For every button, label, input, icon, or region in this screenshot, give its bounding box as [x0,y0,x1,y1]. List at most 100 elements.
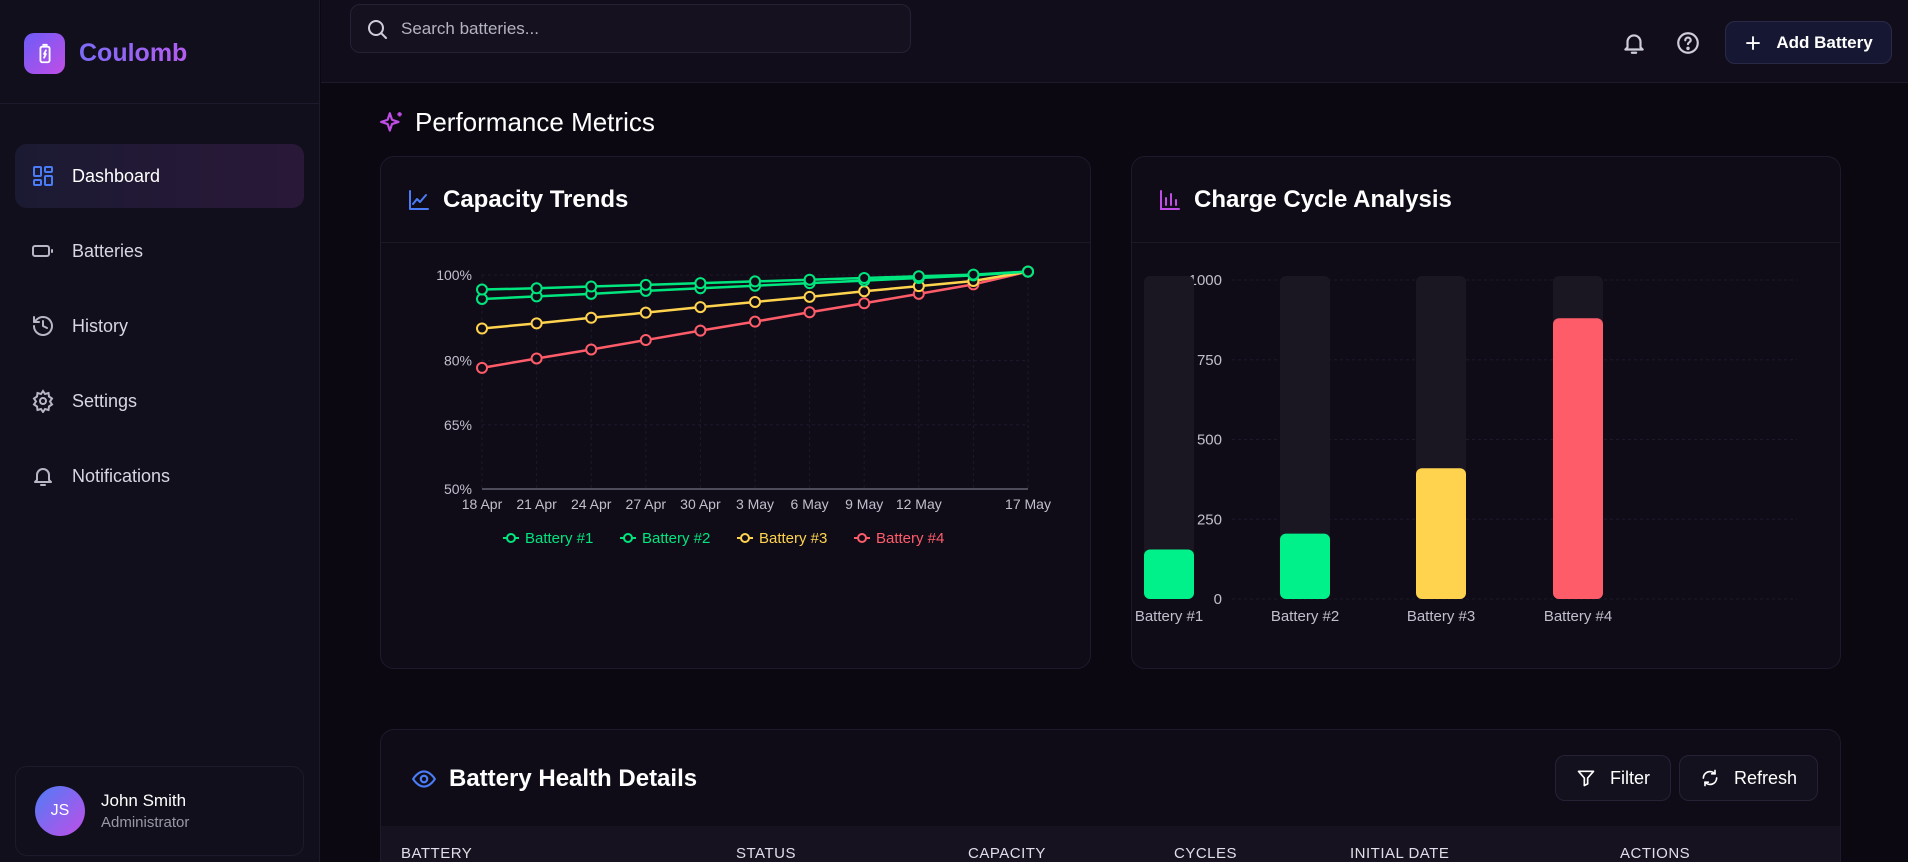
legend-marker [740,533,750,543]
data-point [585,343,598,356]
x-tick-label: Battery #3 [1407,608,1475,625]
battery-charging-icon [24,33,65,74]
column-header[interactable]: BATTERY [401,845,472,862]
x-tick-label: 21 Apr [516,496,557,512]
sidebar-item-label: Batteries [72,240,144,261]
column-header[interactable]: STATUS [736,845,796,862]
data-point [803,306,816,319]
dashboard-icon [33,166,53,186]
y-tick-label: 100% [436,267,472,283]
x-tick-label: 18 Apr [462,496,503,512]
sidebar-item-history[interactable]: History [15,294,304,358]
bell-icon [34,468,52,486]
sidebar-nav: Dashboard Batteries History Settings Not… [15,144,304,519]
data-point [476,322,488,335]
legend-label: Battery #3 [759,530,827,547]
sidebar-item-label: Settings [72,390,138,411]
data-point [1022,265,1034,278]
x-tick-label: 12 May [896,496,942,512]
section-title: Performance Metrics [379,107,655,138]
legend-marker [623,533,633,543]
column-header[interactable]: INITIAL DATE [1350,845,1449,862]
card-title: Charge Cycle Analysis [1194,185,1452,213]
add-battery-label: Add Battery [1776,32,1873,52]
column-header[interactable]: CYCLES [1174,845,1237,862]
data-point [639,306,652,319]
column-header[interactable]: ACTIONS [1620,845,1690,862]
sidebar-item-label: Notifications [72,465,171,486]
section-title-text: Performance Metrics [415,107,655,137]
sidebar-divider [0,103,320,104]
help-icon[interactable] [1675,30,1701,56]
user-name: John Smith [101,791,187,810]
data-point [694,301,707,314]
data-point [803,290,816,303]
bar [1144,549,1194,599]
x-tick-label: 30 Apr [680,496,721,512]
y-tick-label: 50% [444,481,472,497]
refresh-label: Refresh [1734,767,1798,788]
filter-icon [1577,770,1595,787]
top-header: Add Battery [321,0,1908,83]
brand-name: Coulomb [79,39,188,67]
sidebar-item-batteries[interactable]: Batteries [15,219,304,283]
data-point [749,275,761,288]
search-box[interactable] [350,4,911,53]
legend-label: Battery #4 [876,530,944,547]
sidebar-item-label: History [72,315,129,336]
card-title: Capacity Trends [443,185,629,213]
column-header[interactable]: CAPACITY [968,845,1046,862]
history-icon [33,316,53,336]
line-chart-icon [409,189,429,210]
bar [1416,468,1466,599]
data-point [858,285,871,298]
data-point [476,283,488,296]
card-header: Capacity Trends [381,157,1090,243]
data-point [912,270,925,283]
y-tick-label: 750 [1197,352,1222,369]
table-header: BATTERY STATUS CAPACITY CYCLES INITIAL D… [381,826,1840,862]
card-header: Battery Health Details [411,765,697,793]
refresh-icon [1702,769,1718,787]
x-tick-label: 3 May [736,496,774,512]
data-point [858,297,871,310]
data-point [749,295,761,308]
bar-chart-icon [1160,189,1180,210]
legend-marker [506,533,516,543]
user-profile[interactable]: JS John Smith Administrator [15,766,304,856]
search-input[interactable] [401,18,881,39]
bar [1280,533,1330,599]
capacity-trends-card: Capacity Trends 50% 65% 80% 100% 18 Apr 21 Ap… [380,156,1091,669]
data-point [694,277,707,290]
sidebar-item-settings[interactable]: Settings [15,369,304,433]
search-icon [368,19,387,39]
legend-label: Battery #1 [525,530,593,547]
battery-health-card: Battery Health Details Filter Refresh BA… [380,729,1841,862]
brand[interactable]: Coulomb [24,33,187,74]
battery-icon [32,245,53,257]
data-point [585,280,598,293]
card-header: Charge Cycle Analysis [1132,157,1840,243]
x-tick-label: Battery #2 [1271,608,1339,625]
x-tick-label: 9 May [845,496,883,512]
data-point [530,317,543,330]
y-tick-label: 500 [1197,432,1222,449]
data-point [694,324,707,337]
sidebar: Coulomb Dashboard Batteries History Sett… [0,0,320,862]
card-title: Battery Health Details [449,765,698,792]
bar [1553,318,1603,599]
sidebar-item-notifications[interactable]: Notifications [15,444,304,508]
data-point [639,278,652,291]
y-tick-label: 0 [1214,591,1222,608]
data-point [530,352,543,365]
sidebar-item-dashboard[interactable]: Dashboard [15,144,304,208]
capacity-line-chart: 50% 65% 80% 100% 18 Apr 21 Apr 24 Apr 27 Apr 30 … [436,265,1051,547]
x-tick-label: 6 May [791,496,829,512]
data-point [967,268,980,281]
add-battery-button[interactable]: Add Battery [1725,21,1892,64]
refresh-button[interactable]: Refresh [1679,755,1819,801]
data-point [749,315,761,328]
bell-icon[interactable] [1621,30,1647,56]
filter-button[interactable]: Filter [1555,755,1671,801]
x-tick-label: Battery #4 [1544,608,1612,625]
